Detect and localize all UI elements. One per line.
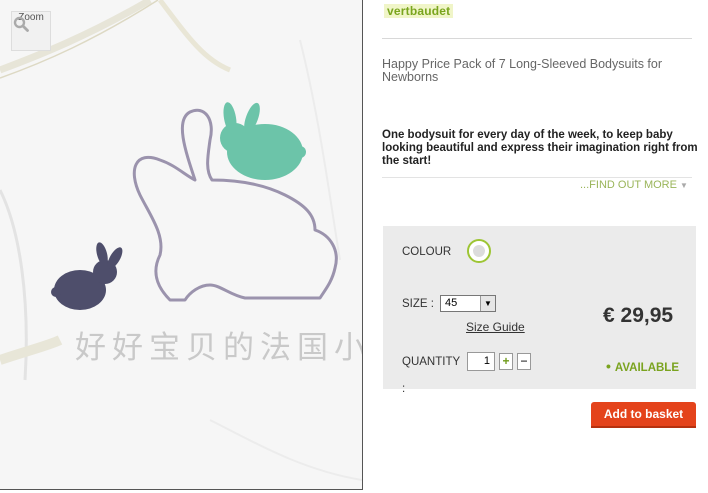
size-guide-link[interactable]: Size Guide: [466, 320, 525, 334]
quantity-colon: :: [402, 383, 406, 395]
availability-status: • AVAILABLE: [606, 358, 679, 374]
divider: [382, 177, 692, 178]
bodysuit-illustration: [0, 0, 362, 489]
colour-label: COLOUR: [402, 246, 452, 258]
status-dot-icon: •: [606, 358, 611, 374]
watermark-text: 好好宝贝的法国小铺: [75, 330, 362, 366]
quantity-input[interactable]: 1: [467, 352, 495, 371]
price: € 29,95: [603, 304, 674, 327]
product-title: Happy Price Pack of 7 Long-Sleeved Bodys…: [382, 57, 663, 84]
dropdown-arrow-icon: ▼: [480, 296, 495, 311]
find-out-more-label: ...FIND OUT MORE: [580, 179, 677, 191]
zoom-button[interactable]: Zoom: [11, 11, 51, 51]
quantity-minus-button[interactable]: −: [517, 353, 531, 370]
find-out-more-link[interactable]: ...FIND OUT MORE ▼: [580, 179, 688, 191]
size-select[interactable]: 45 ▼: [440, 295, 496, 312]
colour-swatch[interactable]: [467, 239, 491, 263]
quantity-plus-button[interactable]: +: [499, 353, 513, 370]
add-to-basket-button[interactable]: Add to basket: [591, 402, 696, 426]
quantity-label: QUANTITY: [402, 356, 461, 368]
size-label: SIZE :: [402, 298, 434, 310]
divider: [382, 38, 692, 39]
size-value: 45: [445, 297, 458, 309]
availability-label: AVAILABLE: [614, 362, 680, 374]
chevron-down-icon: ▼: [679, 181, 688, 190]
product-image[interactable]: Zoom 好好宝贝的法国小铺: [0, 0, 363, 490]
product-description: One bodysuit for every day of the week, …: [382, 129, 698, 167]
brand-logo[interactable]: vertbaudet: [384, 4, 454, 18]
magnifier-icon: [13, 16, 29, 32]
